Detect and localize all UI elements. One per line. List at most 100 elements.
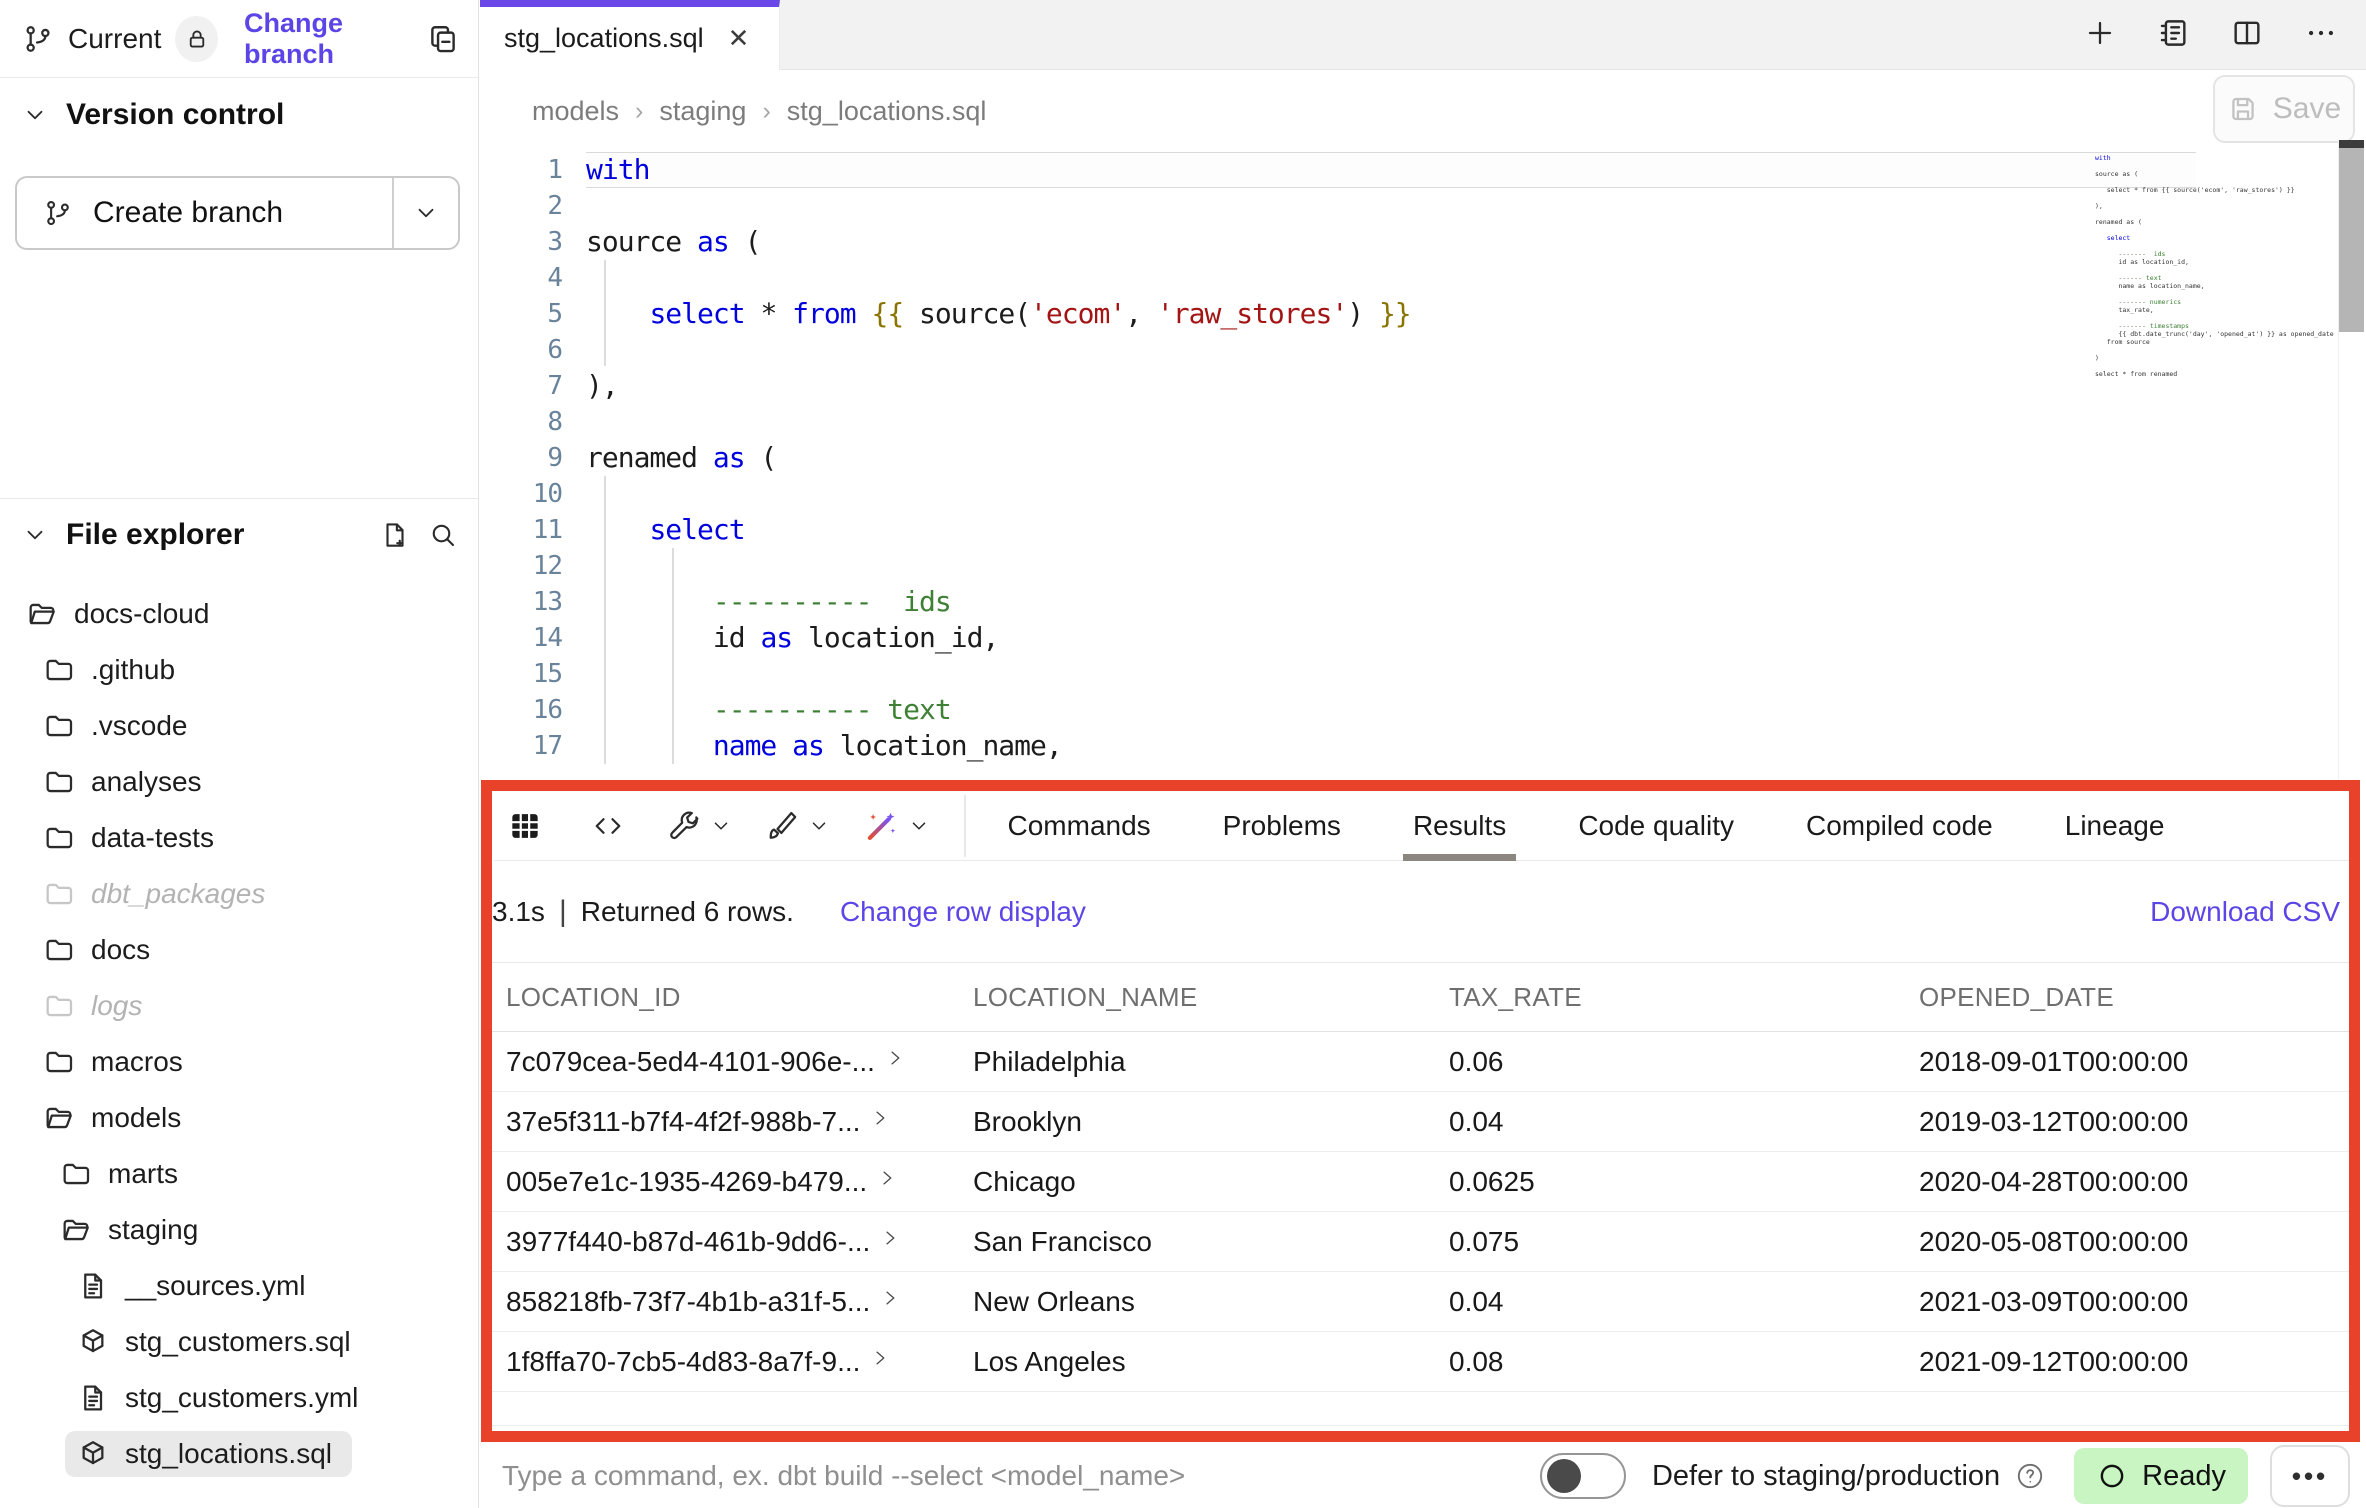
editor-scrollbar[interactable]	[2338, 140, 2364, 780]
format-brush-icon	[764, 808, 800, 844]
create-branch-dropdown[interactable]	[392, 178, 458, 248]
file-tree-item-stg-customers-sql[interactable]: stg_customers.sql	[0, 1314, 478, 1370]
file-tree-item-docs[interactable]: docs	[0, 922, 478, 978]
defer-toggle[interactable]	[1540, 1453, 1626, 1499]
minimap-line	[2095, 226, 2345, 234]
copy-docs-icon[interactable]	[426, 22, 460, 56]
file-label: __sources.yml	[125, 1270, 306, 1302]
ai-actions-dropdown[interactable]	[862, 807, 930, 845]
code-line-7[interactable]: 7),	[480, 368, 2366, 404]
line-number: 1	[480, 152, 586, 188]
code-line-11[interactable]: 11 select	[480, 512, 2366, 548]
file-tree-item-models[interactable]: models	[0, 1090, 478, 1146]
table-row[interactable]: 37e5f311-b7f4-4f2f-988b-7...Brooklyn0.04…	[491, 1092, 2355, 1152]
cell-expander-chevron-icon[interactable]	[870, 1348, 890, 1368]
code-line-2[interactable]: 2	[480, 188, 2366, 224]
file-tree-item--vscode[interactable]: .vscode	[0, 698, 478, 754]
file-tree-item-dbt-packages[interactable]: dbt_packages	[0, 866, 478, 922]
minimap-line: ------- numerics	[2095, 298, 2345, 306]
code-line-9[interactable]: 9renamed as (	[480, 440, 2366, 476]
cell-expander-chevron-icon[interactable]	[880, 1288, 900, 1308]
file-explorer-section-header[interactable]: File explorer	[22, 518, 458, 552]
breadcrumb-item[interactable]: models	[532, 96, 619, 127]
file-tree-item-data-tests[interactable]: data-tests	[0, 810, 478, 866]
doc-icon	[77, 1382, 109, 1414]
code-line-14[interactable]: 14 id as location_id,	[480, 620, 2366, 656]
change-row-display-link[interactable]: Change row display	[840, 896, 1086, 928]
results-tab-lineage[interactable]: Lineage	[2059, 791, 2171, 860]
code-line-13[interactable]: 13 ---------- ids	[480, 584, 2366, 620]
file-label: models	[91, 1102, 181, 1134]
new-file-icon[interactable]	[380, 520, 410, 550]
file-tree-item-logs[interactable]: logs	[0, 978, 478, 1034]
cell-expander-chevron-icon[interactable]	[880, 1228, 900, 1248]
results-tab-problems[interactable]: Problems	[1217, 791, 1347, 860]
table-row[interactable]: 7c079cea-5ed4-4101-906e-...Philadelphia0…	[491, 1032, 2355, 1092]
command-bar: Defer to staging/production Ready •••	[480, 1444, 2366, 1508]
table-row[interactable]: 005e7e1c-1935-4269-b479...Chicago0.06252…	[491, 1152, 2355, 1212]
help-icon[interactable]	[2014, 1460, 2046, 1492]
cell-expander-chevron-icon[interactable]	[885, 1048, 905, 1068]
results-tab-results[interactable]: Results	[1407, 791, 1512, 860]
code-line-5[interactable]: 5 select * from {{ source('ecom', 'raw_s…	[480, 296, 2366, 332]
code-line-1[interactable]: 1with	[480, 152, 2366, 188]
format-dropdown[interactable]	[764, 808, 830, 844]
notebook-icon[interactable]	[2156, 16, 2190, 50]
breadcrumb: models›staging›stg_locations.sql	[532, 96, 986, 127]
code-line-12[interactable]: 12	[480, 548, 2366, 584]
build-options-dropdown[interactable]	[666, 808, 732, 844]
file-tree-item--sources-yml[interactable]: __sources.yml	[0, 1258, 478, 1314]
line-number: 5	[480, 296, 586, 332]
save-button[interactable]: Save	[2213, 75, 2355, 143]
scrollbar-thumb[interactable]	[2339, 148, 2364, 332]
code-line-17[interactable]: 17 name as location_name,	[480, 728, 2366, 764]
editor-minimap[interactable]: with source as ( select * from {{ source…	[2095, 154, 2345, 378]
file-tree-item-staging[interactable]: staging	[0, 1202, 478, 1258]
change-branch-link[interactable]: Change branch	[244, 8, 426, 70]
split-editor-icon[interactable]	[2230, 16, 2264, 50]
table-row[interactable]: 3977f440-b87d-461b-9dd6-...San Francisco…	[491, 1212, 2355, 1272]
search-icon[interactable]	[428, 520, 458, 550]
code-line-4[interactable]: 4	[480, 260, 2366, 296]
cell-expander-chevron-icon[interactable]	[877, 1168, 897, 1188]
code-line-15[interactable]: 15	[480, 656, 2366, 692]
elapsed-time: 3.1s	[492, 896, 545, 928]
cell-expander-chevron-icon[interactable]	[870, 1108, 890, 1128]
table-grid-icon[interactable]	[506, 807, 544, 845]
file-tree-item--github[interactable]: .github	[0, 642, 478, 698]
table-row[interactable]: 858218fb-73f7-4b1b-a31f-5...New Orleans0…	[491, 1272, 2355, 1332]
version-control-section-header[interactable]: Version control	[22, 98, 284, 132]
file-tree-item-marts[interactable]: marts	[0, 1146, 478, 1202]
file-tree-item-stg-locations-sql[interactable]: stg_locations.sql	[0, 1426, 478, 1482]
column-header-location_name: LOCATION_NAME	[958, 982, 1434, 1013]
file-label: stg_customers.sql	[125, 1326, 351, 1358]
new-tab-plus-icon[interactable]	[2084, 17, 2116, 49]
editor-tab-stg-locations[interactable]: stg_locations.sql ✕	[480, 0, 780, 70]
code-line-10[interactable]: 10	[480, 476, 2366, 512]
indent-guide	[672, 548, 674, 764]
create-branch-button[interactable]: Create branch	[15, 176, 460, 250]
file-tree-item-stg-customers-yml[interactable]: stg_customers.yml	[0, 1370, 478, 1426]
tab-close-icon[interactable]: ✕	[728, 23, 750, 54]
results-tab-code-quality[interactable]: Code quality	[1572, 791, 1740, 860]
more-options-button[interactable]: •••	[2270, 1445, 2350, 1507]
minimap-line	[2095, 210, 2345, 218]
breadcrumb-item[interactable]: staging	[659, 96, 746, 127]
code-line-16[interactable]: 16 ---------- text	[480, 692, 2366, 728]
file-tree-item-analyses[interactable]: analyses	[0, 754, 478, 810]
code-line-8[interactable]: 8	[480, 404, 2366, 440]
results-tab-compiled-code[interactable]: Compiled code	[1800, 791, 1999, 860]
breadcrumb-item[interactable]: stg_locations.sql	[787, 96, 987, 127]
code-line-6[interactable]: 6	[480, 332, 2366, 368]
code-text: name as location_name,	[586, 728, 1062, 764]
editor-more-options-icon[interactable]	[2304, 16, 2338, 50]
code-editor[interactable]: 1with23source as (45 select * from {{ so…	[480, 152, 2366, 782]
code-toggle-icon[interactable]	[590, 808, 626, 844]
download-csv-link[interactable]: Download CSV	[2150, 896, 2340, 928]
file-tree-item-macros[interactable]: macros	[0, 1034, 478, 1090]
command-input[interactable]	[480, 1460, 1540, 1492]
code-line-3[interactable]: 3source as (	[480, 224, 2366, 260]
table-row[interactable]: 1f8ffa70-7cb5-4d83-8a7f-9...Los Angeles0…	[491, 1332, 2355, 1392]
file-tree-item-docs-cloud[interactable]: docs-cloud	[0, 586, 478, 642]
results-tab-commands[interactable]: Commands	[1002, 791, 1157, 860]
